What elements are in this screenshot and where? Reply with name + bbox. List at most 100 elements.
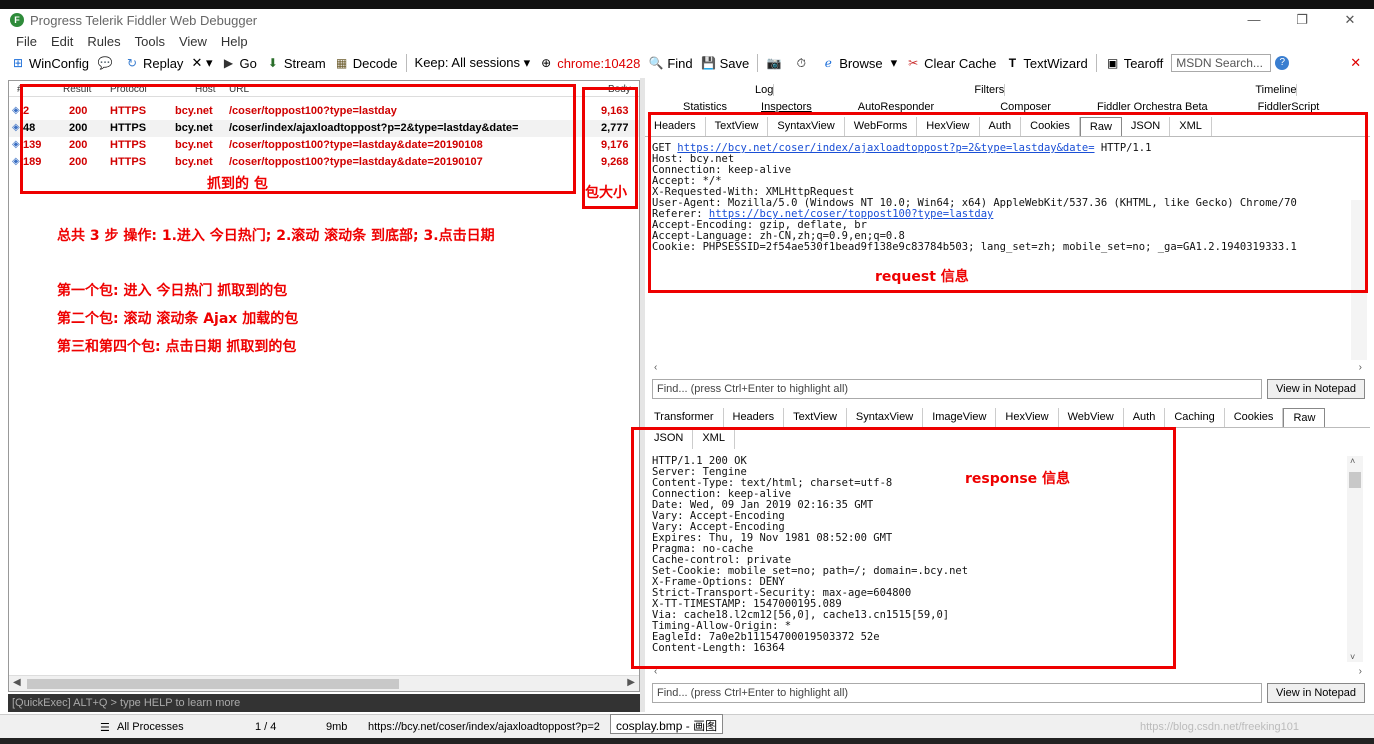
close-toolbar-button[interactable]: ✕	[1350, 55, 1361, 71]
scroll-left-icon[interactable]: ‹	[654, 362, 657, 373]
stream-icon: ⬇	[267, 56, 278, 70]
bottom-edge	[0, 738, 1374, 744]
sessions-hscrollbar[interactable]: ◀ ▶	[9, 675, 639, 691]
minimize-button[interactable]: —	[1230, 9, 1278, 31]
tab-transformer[interactable]: Transformer	[645, 408, 724, 427]
clock-icon: ⏱	[796, 56, 806, 70]
memory-usage: 9mb	[326, 721, 348, 733]
keep-sessions-dropdown[interactable]: Keep: All sessions ▾	[415, 55, 531, 71]
browse-dropdown-arrow[interactable]: ▾	[891, 55, 898, 71]
help-button[interactable]: ?	[1275, 56, 1292, 70]
tearoff-icon: ▣	[1107, 56, 1119, 70]
windows-icon: ⊞	[12, 56, 24, 70]
tab-webview[interactable]: WebView	[1059, 408, 1124, 427]
tab-log[interactable]: Log	[745, 84, 784, 96]
menu-rules[interactable]: Rules	[87, 34, 120, 49]
response-view-notepad-button[interactable]: View in Notepad	[1267, 683, 1365, 703]
menu-file[interactable]: File	[16, 34, 37, 49]
top-edge	[0, 0, 1374, 9]
remove-button[interactable]: ✕ ▾	[191, 55, 212, 71]
msdn-search-input[interactable]: MSDN Search...	[1171, 54, 1272, 72]
request-view-notepad-button[interactable]: View in Notepad	[1267, 379, 1365, 399]
tab-raw[interactable]: Raw	[1283, 408, 1326, 427]
scroll-right-icon[interactable]: ›	[1359, 666, 1362, 677]
tab-imageview[interactable]: ImageView	[923, 408, 997, 427]
response-vscrollbar[interactable]: ˄ ˅	[1347, 456, 1363, 662]
tab-hexview[interactable]: HexView	[996, 408, 1059, 427]
main-toolbar: ⊞ WinConfig 💬 ↻ Replay ✕ ▾ ▶ Go ⬇ Stream ▦ De…	[0, 51, 1374, 75]
scroll-left-icon[interactable]: ◀	[13, 677, 21, 688]
find-button[interactable]: 🔍 Find	[648, 55, 693, 71]
save-button[interactable]: 💾 Save	[701, 55, 749, 71]
textwizard-button[interactable]: T TextWizard	[1004, 55, 1088, 71]
tab-textview[interactable]: TextView	[784, 408, 847, 427]
go-button[interactable]: ▶ Go	[220, 55, 257, 71]
response-findbar: Find... (press Ctrl+Enter to highlight a…	[652, 683, 1368, 703]
toolbar-separator	[1095, 54, 1097, 72]
menu-edit[interactable]: Edit	[51, 34, 73, 49]
scroll-right-icon[interactable]: ›	[1359, 362, 1362, 373]
tab-auth[interactable]: Auth	[1124, 408, 1166, 427]
tearoff-button[interactable]: ▣ Tearoff	[1105, 55, 1163, 71]
title-bar: F Progress Telerik Fiddler Web Debugger …	[0, 9, 1374, 31]
scroll-thumb[interactable]	[27, 679, 399, 689]
comment-icon: 💬	[97, 56, 113, 70]
watermark: https://blog.csdn.net/freeking101	[1140, 721, 1299, 733]
top-tabs-row1: Log Filters Timeline	[645, 82, 1370, 96]
stream-button[interactable]: ⬇ Stream	[265, 55, 326, 71]
text-icon: T	[1008, 56, 1017, 70]
fiddler-logo-icon: F	[10, 13, 24, 27]
scroll-down-icon[interactable]: ˅	[1350, 652, 1355, 662]
tab-cookies[interactable]: Cookies	[1225, 408, 1284, 427]
replay-button[interactable]: ↻ Replay	[124, 55, 184, 71]
scroll-up-icon[interactable]: ˄	[1350, 456, 1355, 466]
process-filter-button[interactable]: ⊕ chrome:10428	[538, 55, 640, 71]
process-filter-label[interactable]: All Processes	[117, 721, 184, 733]
toolbar-separator	[757, 54, 759, 72]
tab-headers[interactable]: Headers	[724, 408, 785, 427]
session-type-icon: ◈	[12, 156, 20, 167]
session-count: 1 / 4	[255, 721, 277, 733]
maximize-button[interactable]: ❐	[1278, 9, 1326, 31]
request-find-input[interactable]: Find... (press Ctrl+Enter to highlight a…	[652, 379, 1262, 399]
menu-bar: File Edit Rules Tools View Help	[0, 31, 1374, 51]
session-type-icon: ◈	[12, 105, 20, 116]
filter-icon[interactable]: ☰	[100, 721, 110, 734]
menu-help[interactable]: Help	[221, 34, 248, 49]
timer-button[interactable]: ⏱	[793, 55, 812, 71]
clear-cache-button[interactable]: ✂ Clear Cache	[905, 55, 996, 71]
winconfig-button[interactable]: ⊞ WinConfig	[10, 55, 89, 71]
scroll-right-icon[interactable]: ▶	[627, 677, 635, 688]
ie-icon: ℯ	[824, 56, 832, 70]
session-type-icon: ◈	[12, 139, 20, 150]
annotation-steps: 总共 3 步 操作: 1.进入 今日热门; 2.滚动 滚动条 到底部; 3.点击…	[57, 228, 495, 244]
status-url: https://bcy.net/coser/index/ajaxloadtopp…	[368, 721, 600, 733]
request-hscrollbar[interactable]: ‹ ›	[652, 362, 1364, 376]
screenshot-button[interactable]: 📷	[766, 55, 785, 71]
tab-filters[interactable]: Filters	[964, 84, 1015, 96]
camera-icon: 📷	[766, 56, 782, 70]
crosshair-icon: ⊕	[541, 56, 552, 70]
close-window-button[interactable]: ✕	[1326, 9, 1374, 31]
browse-button[interactable]: ℯ Browse	[820, 55, 883, 71]
quickexec-input[interactable]: [QuickExec] ALT+Q > type HELP to learn m…	[8, 694, 640, 712]
response-highlight-box	[631, 427, 1176, 669]
clear-cache-icon: ✂	[908, 56, 919, 70]
response-subtabs: Transformer Headers TextView SyntaxView Imag…	[645, 408, 1370, 428]
taskbar-tooltip: cosplay.bmp - 画图	[610, 714, 724, 734]
session-type-icon: ◈	[12, 122, 20, 133]
menu-tools[interactable]: Tools	[135, 34, 165, 49]
request-findbar: Find... (press Ctrl+Enter to highlight a…	[652, 379, 1368, 399]
comment-button[interactable]: 💬	[97, 55, 116, 71]
menu-view[interactable]: View	[179, 34, 207, 49]
tab-syntaxview[interactable]: SyntaxView	[847, 408, 924, 427]
tab-timeline[interactable]: Timeline	[1245, 84, 1307, 96]
tab-caching[interactable]: Caching	[1165, 408, 1225, 427]
decode-button[interactable]: ▦ Decode	[334, 55, 397, 71]
packets-highlight-box	[20, 84, 576, 194]
toolbar-separator	[405, 54, 407, 72]
response-find-input[interactable]: Find... (press Ctrl+Enter to highlight a…	[652, 683, 1262, 703]
play-icon: ▶	[223, 56, 234, 70]
response-scroll-thumb[interactable]	[1349, 472, 1361, 488]
window-title: Progress Telerik Fiddler Web Debugger	[30, 12, 258, 28]
